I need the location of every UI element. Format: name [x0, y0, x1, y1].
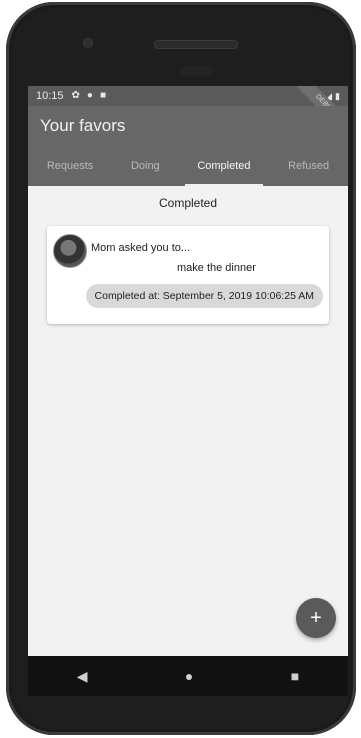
- back-icon[interactable]: ◀: [77, 668, 88, 685]
- android-navigation-bar: ◀ ● ■: [28, 656, 348, 696]
- plus-icon: +: [310, 606, 322, 629]
- section-title: Completed: [158, 196, 218, 210]
- front-camera: [83, 38, 93, 48]
- tab-doing[interactable]: Doing: [131, 146, 160, 186]
- content-area: Completed Mom asked you to... make the d…: [28, 186, 348, 654]
- warning-icon: ●: [86, 90, 93, 101]
- tab-refused[interactable]: Refused: [288, 146, 329, 186]
- proximity-sensor: [180, 66, 214, 76]
- home-icon[interactable]: ●: [185, 668, 193, 684]
- recents-icon[interactable]: ■: [291, 668, 299, 684]
- status-bar: 10:15 ✿ ● ■ ◢ ▮ DEBUG: [28, 86, 348, 142]
- device-bottom-bezel: [28, 696, 348, 721]
- completed-status-chip: Completed at: September 5, 2019 10:06:25…: [85, 284, 323, 308]
- page-title: Your favors: [40, 116, 126, 135]
- status-time: 10:15: [36, 90, 64, 102]
- sd-card-icon: ■: [99, 90, 107, 101]
- tab-completed[interactable]: Completed: [185, 146, 263, 186]
- app-bar: Your favors Requests Doing Completed Ref…: [28, 106, 348, 186]
- avatar: [53, 234, 87, 268]
- settings-icon: ✿: [71, 90, 80, 101]
- app-screen: 10:15 ✿ ● ■ ◢ ▮ DEBUG Your favors Reques…: [28, 86, 348, 656]
- tab-bar: Requests Doing Completed Refused: [28, 146, 348, 186]
- earpiece: [154, 40, 238, 49]
- battery-icon: ▮: [335, 90, 340, 101]
- status-left-icons: ✿ ● ■: [72, 91, 106, 101]
- favor-requester-text: Mom asked you to...: [91, 242, 191, 254]
- favor-task-text: make the dinner: [177, 262, 256, 274]
- favor-card[interactable]: Mom asked you to... make the dinner Comp…: [47, 226, 329, 324]
- add-favor-button[interactable]: +: [296, 598, 336, 638]
- tab-requests[interactable]: Requests: [47, 146, 93, 186]
